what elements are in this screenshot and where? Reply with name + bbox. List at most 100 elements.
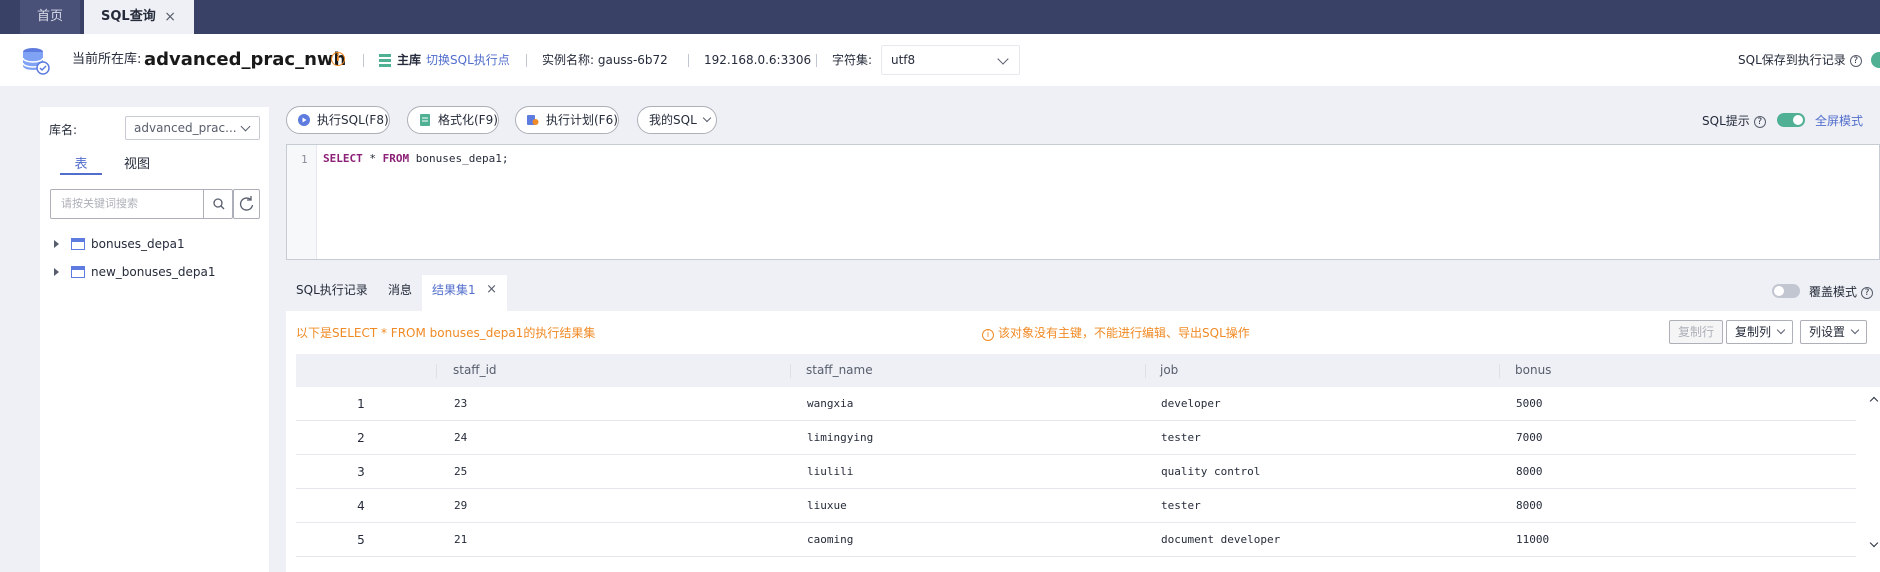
line-gutter: 1	[287, 145, 317, 259]
cell-staff-name[interactable]: caoming	[807, 523, 853, 557]
close-icon[interactable]: ×	[486, 275, 497, 305]
info-icon[interactable]: i	[331, 52, 345, 66]
cell-job[interactable]: tester	[1161, 489, 1201, 523]
search-button[interactable]	[203, 190, 233, 218]
tab-views[interactable]: 视图	[124, 153, 150, 175]
save-to-history-text: SQL保存到执行记录	[1738, 53, 1846, 67]
column-divider	[1499, 364, 1500, 378]
cell-bonus[interactable]: 5000	[1516, 387, 1543, 421]
cell-staff-id[interactable]: 23	[454, 387, 467, 421]
column-divider	[790, 364, 791, 378]
cell-job[interactable]: tester	[1161, 421, 1201, 455]
instance-name: 实例名称: gauss-6b72	[542, 53, 668, 67]
chevron-down-icon	[702, 113, 711, 123]
my-sql-dropdown[interactable]: 我的SQL	[637, 106, 717, 134]
format-button[interactable]: 格式化(F9)	[407, 106, 499, 134]
sql-tip-toggle[interactable]	[1777, 113, 1805, 127]
cell-job[interactable]: developer	[1161, 387, 1221, 421]
cover-mode-label: 覆盖模式?	[1809, 283, 1874, 300]
refresh-icon	[239, 196, 254, 211]
expand-arrow-icon[interactable]	[54, 268, 59, 276]
cell-staff-id[interactable]: 29	[454, 489, 467, 523]
cell-bonus[interactable]: 8000	[1516, 455, 1543, 489]
chevron-down-icon	[997, 53, 1009, 65]
cell-staff-id[interactable]: 21	[454, 523, 467, 557]
expand-arrow-icon[interactable]	[54, 240, 59, 248]
refresh-button[interactable]	[233, 189, 260, 219]
charset-select[interactable]: utf8	[881, 45, 1020, 75]
cell-staff-name[interactable]: liuxue	[807, 489, 847, 523]
tab-result-set[interactable]: 结果集1 ×	[422, 275, 507, 311]
instance-ip: 192.168.0.6:3306	[704, 53, 812, 67]
cell-staff-name[interactable]: wangxia	[807, 387, 853, 421]
column-header[interactable]: staff_name	[806, 354, 873, 387]
save-to-history-toggle[interactable]	[1871, 52, 1880, 68]
tab-sql-query-label: SQL查询	[101, 9, 156, 24]
tab-messages[interactable]: 消息	[388, 275, 412, 311]
table-row[interactable]: 4 29 liuxue tester 8000	[296, 489, 1856, 523]
column-header[interactable]: bonus	[1515, 354, 1551, 387]
copy-column-dropdown[interactable]: 复制列	[1726, 320, 1794, 344]
cell-staff-name[interactable]: liulili	[807, 455, 853, 489]
play-icon	[298, 114, 310, 126]
fullscreen-label: 全屏模式	[1815, 114, 1864, 128]
tab-tables[interactable]: 表	[60, 153, 102, 175]
table-search-input[interactable]: 请按关键词搜索	[50, 189, 233, 219]
format-label: 格式化(F9)	[438, 113, 498, 127]
vertical-scrollbar[interactable]	[1868, 387, 1880, 552]
column-header[interactable]: job	[1160, 354, 1178, 387]
cell-staff-id[interactable]: 24	[454, 421, 467, 455]
row-number: 5	[357, 533, 365, 547]
line-number: 1	[301, 153, 308, 166]
execute-sql-button[interactable]: 执行SQL(F8)	[286, 106, 390, 134]
column-divider	[436, 364, 437, 378]
divider	[363, 54, 364, 67]
library-select[interactable]: advanced_prac...	[125, 116, 260, 140]
cell-bonus[interactable]: 8000	[1516, 489, 1543, 523]
column-header[interactable]: staff_id	[453, 354, 497, 387]
tab-sql-query[interactable]: SQL查询 ×	[84, 0, 194, 34]
table-row[interactable]: 5 21 caoming document developer 11000	[296, 523, 1856, 557]
tree-item-label: new_bonuses_depa1	[91, 265, 216, 279]
cell-staff-id[interactable]: 25	[454, 455, 467, 489]
code-star: *	[362, 152, 383, 165]
table-row[interactable]: 2 24 limingying tester 7000	[296, 421, 1856, 455]
current-db-label: 当前所在库:	[72, 52, 142, 67]
warning-icon: i	[982, 329, 994, 341]
cell-job[interactable]: document developer	[1161, 523, 1280, 557]
no-primary-key-warning: i 该对象没有主键，不能进行编辑、导出SQL操作	[982, 324, 1250, 341]
scroll-down-icon[interactable]	[1869, 538, 1879, 548]
scroll-up-icon[interactable]	[1869, 396, 1879, 406]
table-row[interactable]: 1 23 wangxia developer 5000	[296, 387, 1856, 421]
cell-job[interactable]: quality control	[1161, 455, 1260, 489]
sql-editor[interactable]: 1 SELECT * FROM bonuses_depa1;	[286, 144, 1880, 260]
fullscreen-button[interactable]: 全屏模式	[1815, 112, 1863, 129]
copy-row-button[interactable]: 复制行	[1669, 320, 1724, 344]
save-to-history-label: SQL保存到执行记录?	[1738, 34, 1862, 86]
result-summary: 以下是SELECT * FROM bonuses_depa1的执行结果集	[296, 326, 596, 340]
cell-bonus[interactable]: 7000	[1516, 421, 1543, 455]
execution-plan-label: 执行计划(F6)	[546, 113, 618, 127]
cover-mode-toggle[interactable]	[1772, 284, 1800, 298]
tab-home[interactable]: 首页	[20, 0, 80, 34]
top-tab-bar: 首页 SQL查询 ×	[0, 0, 1880, 34]
sql-code-line[interactable]: SELECT * FROM bonuses_depa1;	[323, 152, 508, 165]
charset-label: 字符集:	[832, 53, 873, 67]
help-icon[interactable]: ?	[1753, 115, 1766, 128]
help-icon[interactable]: ?	[1861, 286, 1874, 299]
row-number: 1	[357, 397, 365, 411]
row-number: 2	[357, 431, 365, 445]
cell-staff-name[interactable]: limingying	[807, 421, 873, 455]
tab-execution-log[interactable]: SQL执行记录	[296, 275, 368, 311]
execution-plan-button[interactable]: 执行计划(F6)	[515, 106, 619, 134]
column-divider	[1145, 364, 1146, 378]
main-db-icon	[379, 54, 391, 67]
help-icon[interactable]: ?	[1849, 54, 1862, 67]
switch-execution-point-link[interactable]: 切换SQL执行点	[426, 34, 510, 86]
close-icon[interactable]: ×	[164, 0, 176, 34]
my-sql-label: 我的SQL	[649, 113, 697, 127]
cell-bonus[interactable]: 11000	[1516, 523, 1549, 557]
column-settings-dropdown[interactable]: 列设置	[1800, 320, 1868, 344]
table-row[interactable]: 3 25 liulili quality control 8000	[296, 455, 1856, 489]
table-header: staff_id staff_name job bonus	[296, 354, 1880, 387]
